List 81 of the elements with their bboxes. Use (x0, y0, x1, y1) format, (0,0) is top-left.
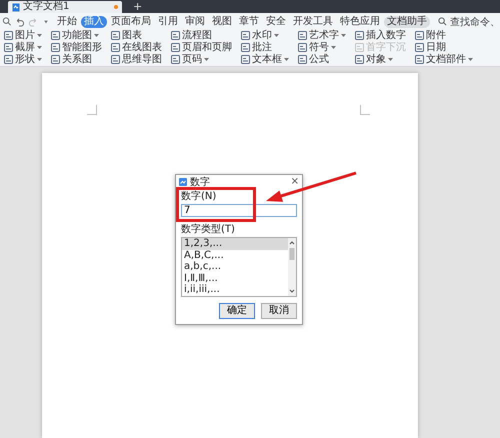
tool-icon (171, 31, 180, 40)
list-item[interactable]: A,B,C,... (182, 250, 288, 261)
ribbon-button[interactable]: 页眉和页脚 (171, 42, 232, 54)
ribbon-button[interactable]: 思维导图 (111, 54, 162, 66)
ribbon-button[interactable]: 流程图 (171, 30, 232, 42)
menu-tab[interactable]: 页面布局 (108, 16, 154, 28)
tool-icon (4, 55, 13, 64)
list-item[interactable]: Ⅰ,Ⅱ,Ⅲ,... (182, 272, 288, 284)
search-icon[interactable] (2, 16, 12, 26)
number-input[interactable]: 7 (181, 204, 297, 217)
tool-icon (415, 43, 424, 52)
field-label: 数字(N) (181, 191, 216, 203)
ribbon-button[interactable]: 附件 (415, 30, 473, 42)
tool-icon (171, 55, 180, 64)
tool-icon (355, 31, 364, 40)
tool-icon (241, 31, 250, 40)
search-icon (438, 17, 447, 26)
ribbon-button[interactable]: 截屏 (4, 42, 42, 54)
menu-tab[interactable]: 开始 (54, 16, 80, 28)
ribbon-button[interactable]: 文本框 (241, 54, 289, 66)
undo-icon[interactable] (15, 16, 25, 26)
tool-icon (415, 31, 424, 40)
menu-tab[interactable]: 插入 (81, 16, 107, 28)
tool-icon (51, 43, 60, 52)
tool-icon (241, 43, 250, 52)
tool-icon (355, 55, 364, 64)
tool-icon (51, 55, 60, 64)
ribbon-button[interactable]: 日期 (415, 42, 473, 54)
menu-tab[interactable]: 审阅 (182, 16, 208, 28)
tool-icon (298, 43, 307, 52)
tool-icon (298, 31, 307, 40)
tool-icon (415, 55, 424, 64)
ribbon-button[interactable]: 批注 (241, 42, 289, 54)
menu-tab[interactable]: 章节 (236, 16, 262, 28)
tool-icon (51, 31, 60, 40)
ribbon-button[interactable]: 图片 (4, 30, 42, 42)
ribbon-button[interactable]: 对象 (355, 54, 406, 66)
ribbon-button[interactable]: 形状 (4, 54, 42, 66)
document-tab[interactable]: 文字文档1 (8, 1, 122, 13)
document-title: 文字文档1 (23, 1, 70, 13)
menu-tab[interactable]: 安全 (263, 16, 289, 28)
tool-icon (111, 31, 120, 40)
new-tab-button[interactable]: + (130, 1, 146, 13)
tool-icon (171, 43, 180, 52)
menu-tab[interactable]: 视图 (209, 16, 235, 28)
app-icon (179, 178, 187, 186)
ribbon-button[interactable]: 图表 (111, 30, 162, 42)
ribbon-button[interactable]: 艺术字 (298, 30, 346, 42)
ribbon-button[interactable]: 公式 (298, 54, 346, 66)
list-item[interactable]: 1,2,3,... (182, 238, 288, 250)
tool-icon (111, 43, 120, 52)
ribbon-button[interactable]: 功能图 (51, 30, 102, 42)
dialog-title: 数字 (190, 176, 210, 189)
list-item[interactable]: i,ii,iii,... (182, 284, 288, 296)
menu-tab[interactable]: 开发工具 (290, 16, 336, 28)
ribbon-button[interactable]: 智能图形 (51, 42, 102, 54)
scrollbar[interactable] (288, 238, 296, 296)
margin-corner-mark (87, 105, 97, 115)
ribbon-button[interactable]: 插入数字 (355, 30, 406, 42)
ribbon-button[interactable]: 关系图 (51, 54, 102, 66)
field-label: 数字类型(T) (181, 224, 235, 236)
cancel-button[interactable]: 取消 (261, 303, 297, 319)
command-search-field[interactable]: 查找命令、 (438, 14, 500, 28)
tool-icon (111, 55, 120, 64)
tool-icon (4, 31, 13, 40)
list-item[interactable]: a,b,c,... (182, 261, 288, 272)
ribbon-button[interactable]: 符号 (298, 42, 346, 54)
menu-tab[interactable]: 引用 (155, 16, 181, 28)
ribbon-button[interactable]: 文档部件 (415, 54, 473, 66)
ribbon-button[interactable]: 在线图表 (111, 42, 162, 54)
tool-icon (4, 43, 13, 52)
ribbon-button[interactable]: 页码 (171, 54, 232, 66)
ribbon-button[interactable]: 水印 (241, 30, 289, 42)
tool-icon (241, 55, 250, 64)
menu-tab[interactable]: 特色应用 (337, 16, 383, 28)
ok-button[interactable]: 确定 (219, 303, 255, 319)
margin-corner-mark (360, 105, 370, 115)
tool-icon (298, 55, 307, 64)
tool-icon (355, 43, 364, 52)
menu-tab[interactable]: 文档助手 (384, 16, 430, 28)
close-button[interactable]: × (290, 176, 299, 188)
